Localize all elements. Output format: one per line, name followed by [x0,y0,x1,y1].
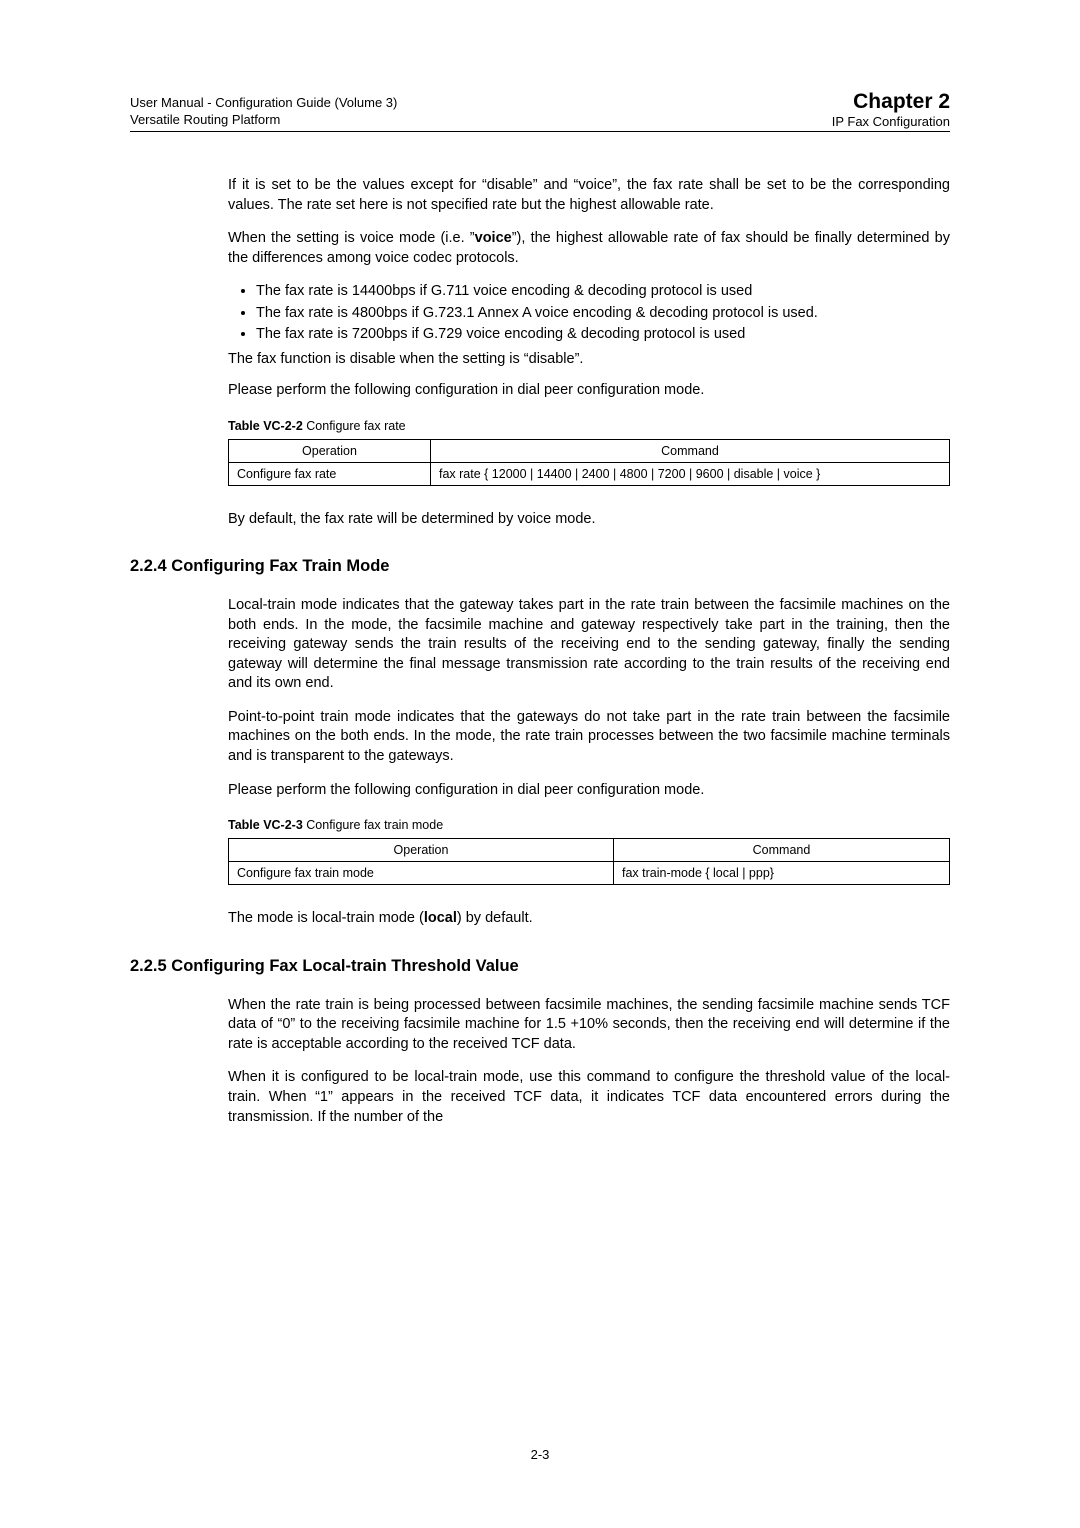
text-run: The mode is local-train mode ( [228,910,424,926]
chapter-label: Chapter 2 [832,90,950,114]
table-caption-id: Table VC-2-3 [228,818,306,832]
section-heading-224: 2.2.4 Configuring Fax Train Mode [130,557,950,576]
page-header: User Manual - Configuration Guide (Volum… [130,90,950,132]
bullet-list: The fax rate is 14400bps if G.711 voice … [228,282,950,345]
table-row: Configure fax rate fax rate { 12000 | 14… [229,462,950,485]
table-caption: Table VC-2-2 Configure fax rate [228,419,950,433]
body-paragraph: When the rate train is being processed b… [228,996,950,1055]
platform-name: Versatile Routing Platform [130,112,397,129]
body-paragraph: By default, the fax rate will be determi… [228,510,950,530]
page-number: 2-3 [0,1447,1080,1462]
body-paragraph: The fax function is disable when the set… [228,351,950,367]
body-paragraph: Please perform the following configurati… [228,381,950,401]
table-header-row: Operation Command [229,439,950,462]
table-caption-text: Configure fax rate [306,419,405,433]
header-right: Chapter 2 IP Fax Configuration [832,90,950,129]
section-heading-225: 2.2.5 Configuring Fax Local-train Thresh… [130,957,950,976]
table-caption-text: Configure fax train mode [306,818,443,832]
body-paragraph: If it is set to be the values except for… [228,176,950,215]
text-run: ) by default. [457,910,533,926]
col-header-operation: Operation [229,439,431,462]
table-header-row: Operation Command [229,839,950,862]
table-caption: Table VC-2-3 Configure fax train mode [228,818,950,832]
cell-operation: Configure fax train mode [229,862,614,885]
header-left: User Manual - Configuration Guide (Volum… [130,95,397,129]
list-item: The fax rate is 4800bps if G.723.1 Annex… [256,304,950,324]
table-caption-id: Table VC-2-2 [228,419,306,433]
config-table-fax-rate: Operation Command Configure fax rate fax… [228,439,950,486]
config-table-fax-train-mode: Operation Command Configure fax train mo… [228,838,950,885]
manual-title: User Manual - Configuration Guide (Volum… [130,95,397,112]
table-row: Configure fax train mode fax train-mode … [229,862,950,885]
col-header-command: Command [431,439,950,462]
text-run: When the setting is voice mode (i.e. ” [228,230,475,246]
list-item: The fax rate is 14400bps if G.711 voice … [256,282,950,302]
bold-word-voice: voice [475,230,512,246]
bold-word-local: local [424,910,457,926]
cell-operation: Configure fax rate [229,462,431,485]
body-paragraph: Please perform the following configurati… [228,781,950,801]
cell-command: fax train-mode { local | ppp} [614,862,950,885]
cell-command: fax rate { 12000 | 14400 | 2400 | 4800 |… [431,462,950,485]
body-paragraph: Local-train mode indicates that the gate… [228,596,950,694]
body-paragraph: When it is configured to be local-train … [228,1068,950,1127]
body-paragraph: When the setting is voice mode (i.e. ”vo… [228,229,950,268]
body-paragraph: Point-to-point train mode indicates that… [228,708,950,767]
body-paragraph: The mode is local-train mode (local) by … [228,909,950,929]
list-item: The fax rate is 7200bps if G.729 voice e… [256,325,950,345]
col-header-command: Command [614,839,950,862]
col-header-operation: Operation [229,839,614,862]
chapter-subtitle: IP Fax Configuration [832,114,950,129]
